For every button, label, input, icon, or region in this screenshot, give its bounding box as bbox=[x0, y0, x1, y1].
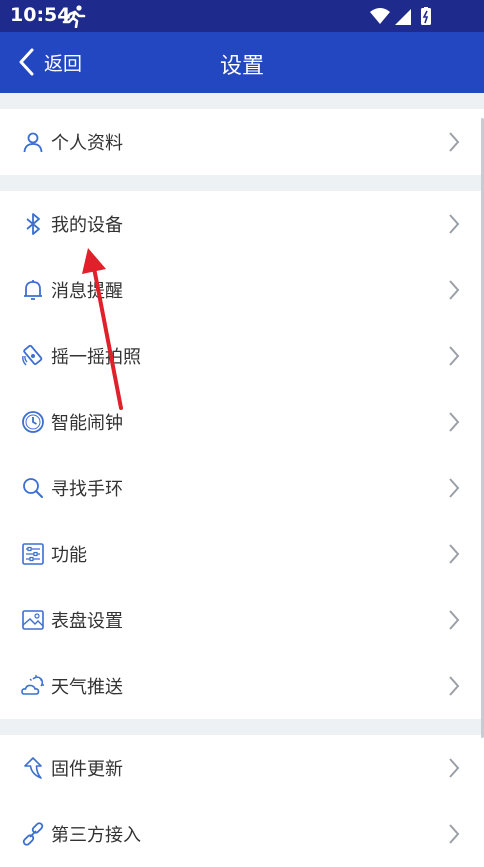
settings-item-profile[interactable]: 个人资料 bbox=[0, 109, 484, 175]
settings-item-label: 寻找手环 bbox=[51, 479, 123, 500]
settings-item-find-band[interactable]: 寻找手环 bbox=[0, 455, 484, 521]
settings-item-label: 我的设备 bbox=[51, 215, 123, 236]
running-icon bbox=[62, 5, 86, 28]
chevron-right-icon bbox=[449, 758, 460, 778]
settings-item-my-device[interactable]: 我的设备 bbox=[0, 191, 484, 257]
chevron-right-icon bbox=[449, 610, 460, 630]
chevron-right-icon bbox=[449, 676, 460, 696]
chevron-right-icon bbox=[449, 478, 460, 498]
clock-icon bbox=[22, 411, 44, 433]
settings-item-shake-photo[interactable]: 摇一摇拍照 bbox=[0, 323, 484, 389]
chevron-right-icon bbox=[449, 824, 460, 844]
chevron-right-icon bbox=[449, 412, 460, 432]
chevron-right-icon bbox=[449, 132, 460, 152]
settings-list: 个人资料 我的设备 消息提醒 摇一摇拍照 智能闹钟 寻找手环 功能 表盘设置 天… bbox=[0, 93, 484, 867]
wifi-icon bbox=[370, 8, 390, 24]
link-icon bbox=[22, 822, 44, 846]
chevron-right-icon bbox=[449, 544, 460, 564]
settings-item-label: 固件更新 bbox=[51, 759, 123, 780]
section-profile: 个人资料 bbox=[0, 109, 484, 175]
settings-item-label: 消息提醒 bbox=[51, 281, 123, 302]
app-header: 返回 设置 bbox=[0, 32, 484, 93]
settings-item-firmware-update[interactable]: 固件更新 bbox=[0, 735, 484, 801]
settings-item-label: 智能闹钟 bbox=[51, 413, 123, 434]
section-system: 固件更新 第三方接入 bbox=[0, 735, 484, 867]
search-icon bbox=[23, 478, 43, 498]
settings-item-smart-alarm[interactable]: 智能闹钟 bbox=[0, 389, 484, 455]
signal-icon bbox=[395, 9, 411, 25]
bluetooth-icon bbox=[26, 213, 40, 235]
status-bar: 10:54 bbox=[0, 0, 484, 32]
settings-item-label: 摇一摇拍照 bbox=[51, 347, 141, 368]
update-arrow-icon bbox=[24, 757, 42, 779]
watchface-icon bbox=[22, 610, 44, 630]
section-device: 我的设备 消息提醒 摇一摇拍照 智能闹钟 寻找手环 功能 表盘设置 天气推送 bbox=[0, 191, 484, 719]
settings-item-watch-face[interactable]: 表盘设置 bbox=[0, 587, 484, 653]
settings-item-label: 功能 bbox=[51, 545, 87, 566]
system-status-icons bbox=[370, 7, 431, 25]
settings-item-weather[interactable]: 天气推送 bbox=[0, 653, 484, 719]
bell-icon bbox=[24, 280, 42, 300]
shake-phone-icon bbox=[22, 344, 43, 366]
sliders-icon bbox=[22, 543, 44, 565]
chevron-right-icon bbox=[449, 214, 460, 234]
settings-item-label: 表盘设置 bbox=[51, 611, 123, 632]
settings-item-third-party[interactable]: 第三方接入 bbox=[0, 801, 484, 867]
chevron-right-icon bbox=[449, 280, 460, 300]
settings-item-label: 个人资料 bbox=[51, 133, 123, 154]
chevron-right-icon bbox=[449, 346, 460, 366]
settings-item-label: 天气推送 bbox=[51, 677, 123, 698]
person-icon bbox=[23, 132, 43, 153]
settings-item-label: 第三方接入 bbox=[51, 825, 141, 846]
settings-item-notifications[interactable]: 消息提醒 bbox=[0, 257, 484, 323]
settings-item-functions[interactable]: 功能 bbox=[0, 521, 484, 587]
page-title: 设置 bbox=[219, 54, 264, 79]
weather-icon bbox=[21, 675, 44, 695]
